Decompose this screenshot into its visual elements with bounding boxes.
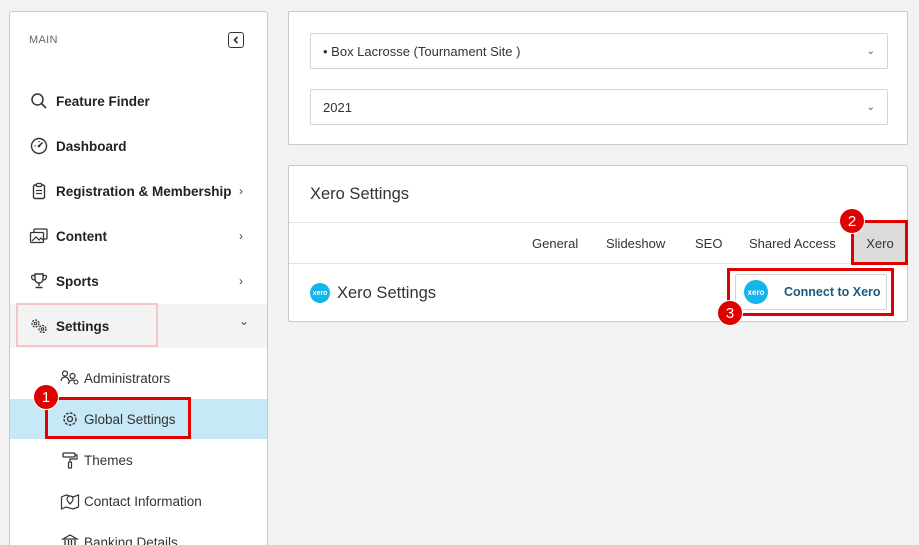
chevron-down-icon: ⌄	[866, 45, 875, 57]
bank-icon	[60, 532, 80, 545]
sidebar-section-header: MAIN	[29, 34, 58, 46]
site-select-value: • Box Lacrosse (Tournament Site )	[323, 43, 521, 59]
site-select[interactable]: • Box Lacrosse (Tournament Site ) ⌄	[310, 33, 888, 69]
sidebar-subitem-contact-information[interactable]: Contact Information	[10, 481, 267, 521]
users-icon	[60, 368, 80, 388]
step-badge-1: 1	[33, 384, 59, 410]
chevron-right-icon: ›	[239, 184, 243, 198]
tab-slideshow[interactable]: Slideshow	[606, 223, 665, 263]
chevron-left-icon	[233, 36, 239, 44]
sidebar-subitem-banking-details[interactable]: Banking Details	[10, 522, 267, 545]
chevron-right-icon: ›	[239, 229, 243, 243]
clipboard-icon	[29, 181, 49, 201]
sidebar-item-sports[interactable]: Sports ›	[10, 259, 267, 303]
settings-tabs: General Slideshow SEO Shared Access Xero	[289, 222, 907, 264]
sidebar-item-content[interactable]: Content ›	[10, 214, 267, 258]
xero-logo: xero	[310, 283, 330, 303]
sidebar-item-dashboard[interactable]: Dashboard	[10, 124, 267, 168]
trophy-icon	[29, 271, 49, 291]
sidebar-item-label: Sports	[56, 273, 99, 289]
sidebar-subitem-label: Contact Information	[84, 493, 202, 509]
sidebar-subitem-label: Banking Details	[84, 534, 178, 545]
search-icon	[29, 91, 49, 111]
image-gallery-icon	[29, 226, 49, 246]
map-pin-icon	[60, 491, 80, 511]
sidebar: MAIN Feature Finder Dashboard Registrati…	[9, 11, 268, 545]
tab-seo[interactable]: SEO	[695, 223, 722, 263]
year-select-value: 2021	[323, 99, 352, 115]
sidebar-subitem-label: Administrators	[84, 370, 171, 386]
year-select[interactable]: 2021 ⌄	[310, 89, 888, 125]
chevron-right-icon: ›	[239, 274, 243, 288]
sidebar-item-registration-membership[interactable]: Registration & Membership ›	[10, 169, 267, 213]
sidebar-item-feature-finder[interactable]: Feature Finder	[10, 79, 267, 123]
xero-section-title: Xero Settings	[337, 284, 437, 302]
collapse-sidebar-button[interactable]	[228, 32, 244, 48]
sidebar-subitem-themes[interactable]: Themes	[10, 440, 267, 480]
tab-general[interactable]: General	[532, 223, 578, 263]
chevron-down-icon: ⌄	[239, 314, 250, 328]
chevron-down-icon: ⌄	[866, 101, 875, 113]
tab-shared-access[interactable]: Shared Access	[749, 223, 836, 263]
settings-soft-highlight	[16, 303, 158, 347]
panel-title: Xero Settings	[310, 185, 410, 203]
step-badge-3: 3	[717, 300, 743, 326]
sidebar-item-label: Registration & Membership	[56, 183, 232, 199]
global-settings-highlight	[45, 397, 191, 439]
paint-roller-icon	[60, 450, 80, 470]
sidebar-item-label: Dashboard	[56, 138, 127, 154]
sidebar-subitem-label: Themes	[84, 452, 133, 468]
dashboard-icon	[29, 136, 49, 156]
sidebar-item-label: Content	[56, 228, 107, 244]
sidebar-item-label: Feature Finder	[56, 93, 150, 109]
step-badge-2: 2	[839, 208, 865, 234]
connect-button-highlight	[727, 268, 894, 316]
filters-panel: • Box Lacrosse (Tournament Site ) ⌄ 2021…	[288, 11, 908, 145]
